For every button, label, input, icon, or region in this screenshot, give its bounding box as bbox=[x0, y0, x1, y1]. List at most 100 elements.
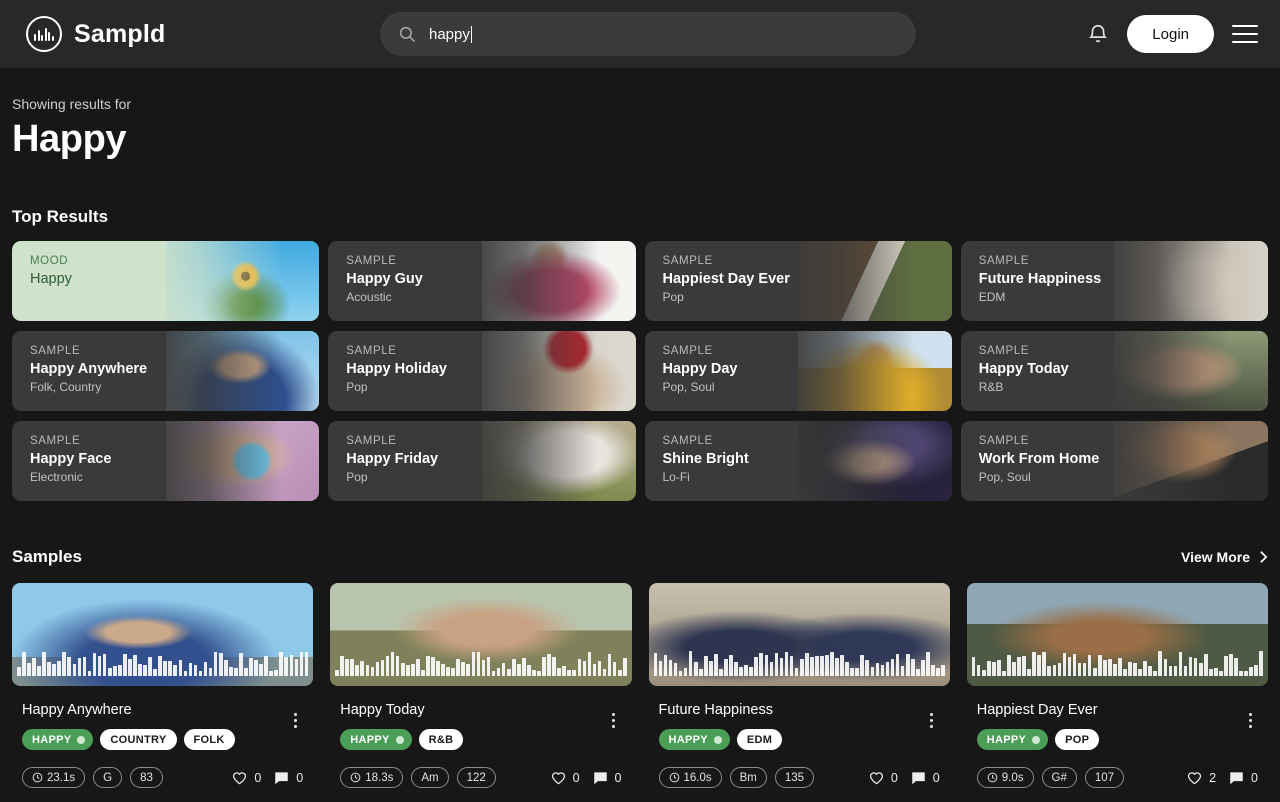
card-genre: Pop bbox=[346, 380, 368, 394]
card-genre: Lo-Fi bbox=[662, 470, 690, 484]
waveform[interactable] bbox=[335, 650, 627, 676]
view-more-button[interactable]: View More bbox=[1181, 549, 1268, 565]
mood-tag-dot-icon bbox=[77, 735, 86, 744]
card-kind-label: SAMPLE bbox=[978, 435, 1030, 447]
comment-stat[interactable]: 0 bbox=[274, 771, 303, 785]
like-stat[interactable]: 0 bbox=[232, 771, 261, 785]
sample-thumbnail[interactable] bbox=[330, 583, 632, 686]
card-title: Future Happiness bbox=[978, 271, 1102, 287]
mood-tag-dot-icon bbox=[713, 735, 722, 744]
genre-tag[interactable]: COUNTRY bbox=[100, 729, 177, 750]
waveform[interactable] bbox=[653, 650, 945, 676]
top-result-card[interactable]: SAMPLE Happiest Day Ever Pop bbox=[644, 241, 952, 321]
brand-logo-link[interactable]: Sampld bbox=[26, 16, 166, 52]
card-title: Shine Bright bbox=[662, 451, 749, 467]
card-kind-label: SAMPLE bbox=[346, 345, 397, 357]
more-options-icon[interactable] bbox=[606, 710, 622, 730]
sample-card[interactable]: Happy Anywhere HAPPY COUNTRY FOLK 23.1s G 83 0 0 bbox=[12, 583, 314, 788]
mood-tag[interactable]: HAPPY bbox=[658, 729, 730, 750]
top-result-card[interactable]: SAMPLE Future Happiness EDM bbox=[960, 241, 1268, 321]
top-result-card[interactable]: SAMPLE Happy Anywhere Folk, Country bbox=[12, 331, 320, 411]
comment-stat[interactable]: 0 bbox=[593, 771, 622, 785]
top-result-card[interactable]: MOOD Happy bbox=[12, 241, 320, 321]
sample-tags: HAPPY EDM bbox=[658, 729, 950, 750]
sample-thumbnail[interactable] bbox=[648, 583, 950, 686]
card-title: Work From Home bbox=[978, 451, 1100, 467]
more-options-icon[interactable] bbox=[924, 710, 940, 730]
genre-tag[interactable]: EDM bbox=[736, 729, 783, 750]
mood-tag[interactable]: HAPPY bbox=[22, 729, 94, 750]
card-genre: R&B bbox=[978, 380, 1004, 394]
top-result-card[interactable]: SAMPLE Happy Friday Pop bbox=[328, 421, 636, 501]
waveform-circle-icon bbox=[26, 16, 62, 52]
card-kind-label: SAMPLE bbox=[346, 255, 397, 267]
top-results-heading: Top Results bbox=[12, 207, 109, 226]
samples-section-header: Samples View More bbox=[12, 547, 1268, 567]
search-icon bbox=[399, 26, 416, 43]
card-title: Happy Face bbox=[30, 451, 112, 467]
top-result-card[interactable]: SAMPLE Happy Face Electronic bbox=[12, 421, 320, 501]
sample-title: Future Happiness bbox=[658, 702, 773, 718]
like-stat[interactable]: 0 bbox=[869, 771, 898, 785]
brand-name: Sampld bbox=[74, 19, 166, 48]
more-options-icon[interactable] bbox=[1242, 710, 1258, 730]
text-caret bbox=[470, 25, 472, 43]
sample-tags: HAPPY POP bbox=[976, 729, 1268, 750]
waveform[interactable] bbox=[17, 650, 309, 676]
bpm-chip: 107 bbox=[1084, 767, 1125, 788]
bell-icon[interactable] bbox=[1087, 23, 1109, 45]
sample-tags: HAPPY COUNTRY FOLK bbox=[22, 729, 313, 750]
mood-tag-dot-icon bbox=[1032, 735, 1041, 744]
search-input-value: happy bbox=[429, 25, 470, 43]
card-kind-label: SAMPLE bbox=[346, 435, 397, 447]
sample-title: Happy Today bbox=[340, 702, 425, 718]
top-result-card[interactable]: SAMPLE Happy Holiday Pop bbox=[328, 331, 636, 411]
sample-meta: 18.3s Am 122 0 0 bbox=[340, 767, 622, 788]
more-options-icon[interactable] bbox=[287, 710, 303, 730]
chevron-right-icon bbox=[1260, 551, 1268, 563]
card-title: Happiest Day Ever bbox=[662, 271, 790, 287]
sample-card[interactable]: Future Happiness HAPPY EDM 16.0s Bm 135 0 0 bbox=[648, 583, 950, 788]
sample-card[interactable]: Happiest Day Ever HAPPY POP 9.0s G# 107 2 0 bbox=[966, 583, 1268, 788]
sample-thumbnail[interactable] bbox=[966, 583, 1268, 686]
heart-icon bbox=[1188, 771, 1202, 784]
key-chip: G# bbox=[1041, 767, 1077, 788]
comment-stat[interactable]: 0 bbox=[911, 771, 940, 785]
like-stat[interactable]: 2 bbox=[1187, 771, 1216, 785]
top-result-card[interactable]: SAMPLE Happy Guy Acoustic bbox=[328, 241, 636, 321]
search-input[interactable]: happy bbox=[380, 12, 916, 56]
comment-count: 0 bbox=[932, 770, 940, 785]
mood-tag[interactable]: HAPPY bbox=[976, 729, 1049, 750]
view-more-label: View More bbox=[1181, 549, 1250, 565]
top-result-card[interactable]: SAMPLE Work From Home Pop, Soul bbox=[960, 421, 1268, 501]
waveform[interactable] bbox=[971, 650, 1264, 676]
header-actions: Login bbox=[1087, 0, 1258, 68]
top-result-card[interactable]: SAMPLE Happy Day Pop, Soul bbox=[644, 331, 952, 411]
like-stat[interactable]: 0 bbox=[551, 771, 580, 785]
genre-tag[interactable]: R&B bbox=[418, 729, 464, 750]
sample-title: Happy Anywhere bbox=[22, 702, 132, 718]
top-result-card[interactable]: SAMPLE Shine Bright Lo-Fi bbox=[644, 421, 952, 501]
duration-chip: 16.0s bbox=[658, 767, 722, 788]
genre-tag[interactable]: POP bbox=[1055, 729, 1100, 750]
heart-icon bbox=[551, 771, 565, 784]
comment-count: 0 bbox=[296, 770, 304, 785]
genre-tag[interactable]: FOLK bbox=[183, 729, 235, 750]
hamburger-menu-icon[interactable] bbox=[1232, 25, 1258, 43]
sample-thumbnail[interactable] bbox=[12, 583, 314, 686]
card-title: Happy Today bbox=[978, 361, 1069, 377]
samples-heading: Samples bbox=[12, 547, 82, 566]
comment-icon bbox=[593, 771, 607, 784]
clock-icon bbox=[669, 772, 679, 783]
sample-card[interactable]: Happy Today HAPPY R&B 18.3s Am 122 0 0 bbox=[330, 583, 632, 788]
mood-tag-label: HAPPY bbox=[986, 733, 1027, 746]
top-result-card[interactable]: SAMPLE Happy Today R&B bbox=[960, 331, 1268, 411]
clock-icon bbox=[987, 772, 998, 783]
card-kind-label: SAMPLE bbox=[30, 435, 81, 447]
like-count: 2 bbox=[1209, 770, 1217, 785]
top-results-grid: MOOD Happy SAMPLE Happy Guy Acoustic SAMPLE Ha… bbox=[12, 241, 1268, 501]
mood-tag[interactable]: HAPPY bbox=[340, 729, 412, 750]
like-count: 0 bbox=[254, 770, 262, 785]
login-button[interactable]: Login bbox=[1127, 15, 1214, 53]
comment-stat[interactable]: 0 bbox=[1229, 771, 1258, 785]
